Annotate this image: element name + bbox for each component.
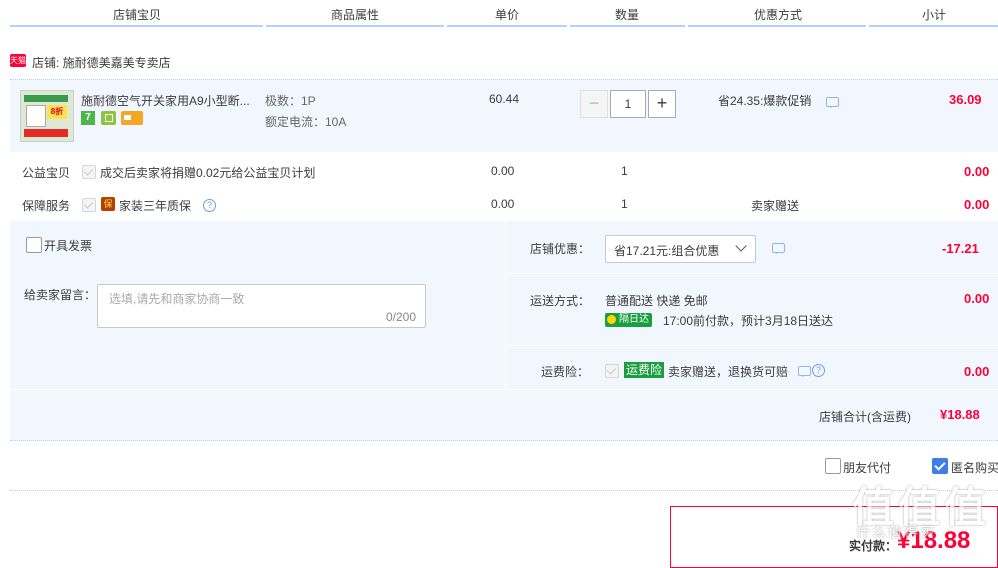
shop-name-link[interactable]: 店铺: 施耐德美嘉美专卖店 (32, 54, 171, 71)
freight-insurance-badge: 运费险 (624, 362, 665, 378)
warranty-promo: 卖家赠送 (751, 199, 800, 213)
panel-divider (10, 389, 998, 390)
friend-pay-checkbox[interactable] (825, 458, 841, 474)
header-divider (10, 25, 263, 27)
next-day-badge: 隔日达 (605, 313, 652, 327)
shop-discount-label: 店铺优惠： (530, 242, 591, 256)
freight-insurance-desc: 卖家赠送，退换货可赔 (668, 365, 789, 379)
header-divider (688, 25, 866, 27)
panel-divider (505, 221, 506, 389)
charity-subtotal: 0.00 (964, 164, 990, 179)
invoice-checkbox[interactable] (26, 237, 42, 253)
shipping-method: 普通配送 快递 免邮 (605, 294, 708, 308)
freight-insurance-amount: 0.00 (964, 364, 990, 379)
freight-insurance-label: 运费险： (541, 365, 590, 379)
credit-card-icon (121, 111, 143, 125)
message-label: 给卖家留言： (24, 288, 97, 302)
seven-day-return-icon: 7 (81, 111, 95, 125)
chevron-down-icon (735, 240, 747, 252)
watermark-site: 什么值得买 (856, 524, 936, 540)
shop-discount-value: 省17.21元:组合优惠 (614, 244, 720, 258)
panel-divider (506, 273, 998, 274)
header-qty: 数量 (615, 8, 640, 22)
header-shop-item: 店铺宝贝 (113, 8, 162, 22)
shipping-note: 17:00前付款，预计3月18日送达 (663, 314, 834, 328)
header-divider (570, 25, 685, 27)
warranty-subtotal: 0.00 (964, 197, 990, 212)
shipping-amount: 0.00 (964, 291, 990, 306)
warranty-checkbox (82, 198, 96, 212)
header-price: 单价 (495, 8, 520, 22)
header-subtotal: 小计 (922, 8, 947, 22)
header-divider (869, 25, 998, 27)
shop-total-amount: ¥18.88 (940, 407, 980, 422)
watermark-logo: 值 (944, 484, 987, 531)
shop-total-label: 店铺合计(含运费) (819, 410, 911, 424)
item-promo: 省24.35:爆款促销 (718, 94, 812, 108)
panel-divider (506, 345, 998, 346)
shipping-label: 运送方式： (530, 294, 591, 308)
watermark: 值 值 值 什么值得买 (852, 474, 990, 544)
warranty-price: 0.00 (491, 197, 515, 211)
attr-poles: 极数：1P (265, 94, 316, 108)
item-subtotal: 36.09 (949, 92, 982, 107)
message-placeholder: 选填,请先和商家协商一致 (109, 292, 245, 306)
chat-icon[interactable] (772, 243, 785, 254)
qty-increase-button[interactable]: + (648, 90, 676, 118)
chat-icon[interactable] (826, 97, 839, 108)
header-divider (447, 25, 567, 27)
header-divider (266, 25, 444, 27)
charity-label: 公益宝贝 (22, 166, 71, 180)
anonymous-checkbox[interactable] (932, 458, 948, 474)
warranty-desc: 家装三年质保 (119, 199, 192, 213)
chat-icon[interactable] (798, 366, 811, 377)
message-textarea[interactable]: 选填,请先和商家协商一致 0/200 (97, 284, 426, 328)
qty-input[interactable]: 1 (610, 90, 646, 118)
item-row (10, 79, 998, 152)
qty-decrease-button[interactable]: − (580, 90, 608, 118)
product-thumbnail[interactable]: 8折 (20, 90, 74, 142)
product-title-link[interactable]: 施耐德空气开关家用A9小型断... (81, 92, 250, 109)
message-counter: 0/200 (385, 310, 416, 324)
item-unit-price: 60.44 (489, 92, 520, 106)
warranty-label: 保障服务 (22, 199, 71, 213)
help-icon[interactable]: ? (812, 364, 825, 377)
freight-insurance-checkbox (605, 364, 619, 378)
invoice-label: 开具发票 (44, 239, 93, 253)
divider (10, 490, 998, 491)
attr-current: 额定电流：10A (265, 115, 347, 129)
charity-price: 0.00 (491, 164, 515, 178)
header-promo: 优惠方式 (754, 8, 803, 22)
shop-discount-select[interactable]: 省17.21元:组合优惠 (605, 235, 756, 263)
warranty-qty: 1 (621, 197, 628, 211)
charity-qty: 1 (621, 164, 628, 178)
help-icon[interactable]: ? (203, 199, 216, 212)
charity-desc: 成交后卖家将捐赠0.02元给公益宝贝计划 (100, 166, 316, 180)
header-attrs: 商品属性 (331, 8, 380, 22)
tmall-badge: 天猫 (10, 54, 26, 67)
warranty-badge: 保 (101, 197, 115, 211)
charity-checkbox (82, 165, 96, 179)
guarantee-icon (101, 111, 116, 125)
shop-discount-amount: -17.21 (942, 241, 979, 256)
